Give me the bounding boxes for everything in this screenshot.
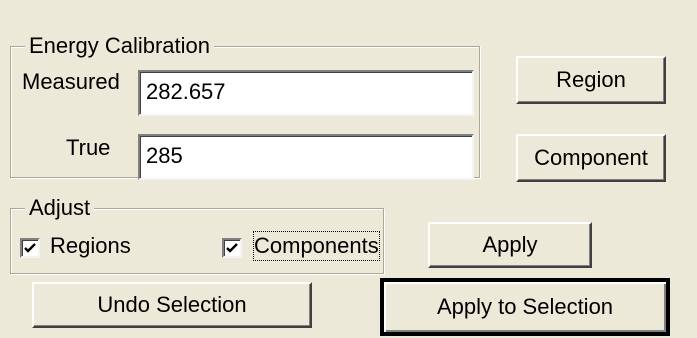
apply-to-selection-button[interactable]: Apply to Selection <box>380 278 670 336</box>
measured-label: Measured <box>22 69 120 94</box>
energy-calibration-title: Energy Calibration <box>25 32 214 60</box>
regions-checkbox[interactable] <box>20 238 40 258</box>
checkmark-icon <box>226 243 238 253</box>
apply-button[interactable]: Apply <box>428 222 592 268</box>
true-input[interactable]: 285 <box>138 134 474 180</box>
regions-label: Regions <box>50 233 131 258</box>
component-button[interactable]: Component <box>516 134 666 182</box>
checkmark-icon <box>24 243 36 253</box>
region-button[interactable]: Region <box>516 56 666 104</box>
undo-selection-button[interactable]: Undo Selection <box>32 282 312 328</box>
components-checkbox[interactable] <box>222 238 242 258</box>
true-label: True <box>66 135 111 160</box>
measured-input[interactable]: 282.657 <box>138 70 474 116</box>
components-label: Components <box>253 231 380 261</box>
adjust-title: Adjust <box>25 194 95 222</box>
